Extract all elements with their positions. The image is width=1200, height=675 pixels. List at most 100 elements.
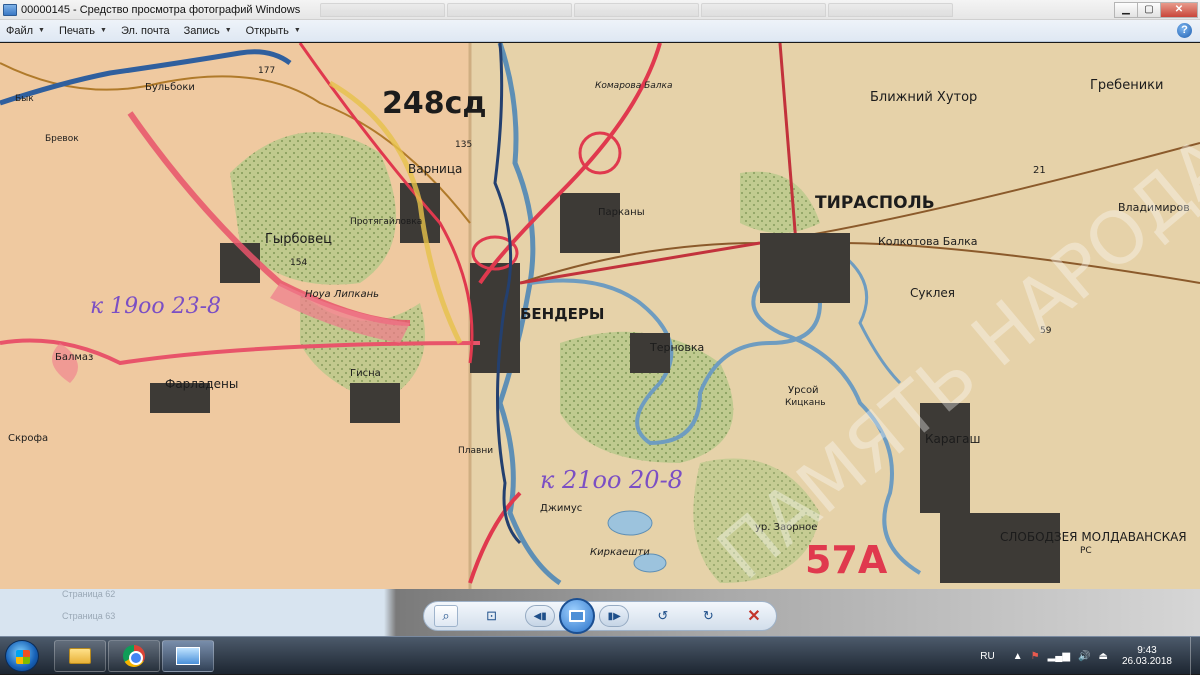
menu-file[interactable]: Файл ▼: [6, 25, 45, 37]
maximize-button[interactable]: ▢: [1137, 1, 1161, 18]
ghost-text: Страница 62: [62, 589, 116, 599]
chevron-down-icon: ▼: [224, 27, 232, 34]
menu-burn[interactable]: Запись ▼: [184, 25, 232, 37]
map-label-height: 154: [290, 258, 307, 268]
map-label: РС: [1080, 546, 1092, 556]
map-label: Бульбоки: [145, 82, 195, 93]
rotate-left-icon: ↺: [657, 608, 669, 623]
map-label: Комарова Балка: [595, 81, 673, 91]
menu-print[interactable]: Печать ▼: [59, 25, 107, 37]
chevron-down-icon: ▼: [293, 27, 301, 34]
army-annotation: 57А: [805, 538, 888, 582]
map-label: Гырбовец: [265, 232, 332, 247]
zoom-button[interactable]: ⌕: [434, 605, 458, 627]
lake: [607, 510, 653, 536]
route-annotation: к 19оо 23-8: [90, 294, 221, 319]
window-title: 00000145 - Средство просмотра фотографий…: [21, 3, 301, 16]
map-label-road: 21: [1033, 165, 1046, 176]
show-hidden-icons-icon[interactable]: ▲: [1013, 651, 1023, 662]
map-label: Протягайловка: [350, 217, 422, 227]
clock-date: 26.03.2018: [1121, 656, 1172, 667]
menu-open[interactable]: Открыть ▼: [246, 25, 301, 37]
taskbar: RU ▲ ⚑ ▂▄▆ 🔊 ⏏ 9:43 26.03.2018: [0, 636, 1200, 675]
delete-button[interactable]: ✕: [742, 605, 766, 627]
chevron-down-icon: ▼: [100, 27, 107, 34]
show-desktop-button[interactable]: [1190, 637, 1200, 675]
navigation-group: ◀▮ ▮▶: [525, 598, 630, 634]
title-bar: 00000145 - Средство просмотра фотографий…: [0, 0, 1200, 20]
map-label: Киркаешти: [590, 547, 650, 558]
map-label-height: 135: [455, 140, 472, 150]
map-label: Гребеники: [1090, 78, 1163, 93]
taskbar-explorer[interactable]: [54, 640, 106, 672]
next-button[interactable]: ▮▶: [599, 605, 630, 627]
menu-label: Запись: [183, 24, 220, 37]
map-label: Ближний Хутор: [870, 90, 977, 105]
actual-size-button[interactable]: ⊡: [480, 605, 504, 627]
menu-email[interactable]: Эл. почта: [121, 25, 170, 37]
menu-label: Печать: [58, 24, 96, 37]
photo-viewer-app-icon: [3, 3, 17, 16]
map-label: Фарладены: [165, 377, 238, 391]
map-label: Ноуа Липкань: [305, 289, 379, 300]
map-label: Парканы: [598, 207, 645, 218]
map-label-city: ТИРАСПОЛЬ: [815, 193, 935, 213]
clock-time: 9:43: [1137, 645, 1157, 656]
map-label: Бревок: [45, 134, 79, 144]
map-image: 248сд Бульбоки Бык Бревок 177 Комарова Б…: [0, 43, 1200, 589]
map-label: Варница: [408, 162, 462, 176]
chrome-icon: [123, 645, 145, 667]
close-button[interactable]: ✕: [1160, 1, 1198, 18]
background-windows: [320, 2, 1115, 17]
menu-bar: Файл ▼ Печать ▼ Эл. почта Запись ▼ Открыть ▼…: [0, 20, 1200, 42]
taskbar-photo-viewer[interactable]: [162, 640, 214, 672]
map-label-city: БЕНДЕРЫ: [520, 305, 604, 323]
map-label: Плавни: [458, 446, 493, 456]
map-label: Кицкань: [785, 398, 826, 408]
system-tray: RU ▲ ⚑ ▂▄▆ 🔊 ⏏ 9:43 26.03.2018: [980, 637, 1200, 675]
background-tab: [701, 2, 827, 17]
folder-icon: [69, 648, 91, 664]
background-tab: [320, 2, 446, 17]
map-label-unit: 248сд: [382, 86, 487, 121]
volume-icon[interactable]: 🔊: [1078, 651, 1090, 662]
map-label-city: СЛОБОДЗЕЯ МОЛДАВАНСКАЯ: [1000, 530, 1187, 544]
safely-remove-icon[interactable]: ⏏: [1098, 651, 1107, 662]
rotate-cw-button[interactable]: ↻: [696, 605, 720, 627]
action-center-icon[interactable]: ⚑: [1031, 651, 1040, 662]
map-label-height: 177: [258, 66, 275, 76]
ghost-text: Страница 63: [62, 611, 116, 621]
rotate-ccw-button[interactable]: ↺: [651, 605, 675, 627]
previous-button[interactable]: ◀▮: [525, 605, 556, 627]
delete-icon: ✕: [747, 608, 761, 625]
clock[interactable]: 9:43 26.03.2018: [1122, 645, 1172, 667]
slideshow-button[interactable]: [559, 598, 596, 634]
background-tab: [574, 2, 700, 17]
network-signal-icon[interactable]: ▂▄▆: [1048, 651, 1070, 662]
route-annotation: к 21оо 20-8: [540, 466, 683, 494]
map-label: Урсой: [788, 385, 819, 396]
map-label: Бык: [15, 94, 34, 104]
help-icon[interactable]: ?: [1177, 23, 1192, 38]
viewer-control-bar: ⌕ ⊡ ◀▮ ▮▶ ↺ ↻ ✕: [423, 598, 777, 634]
background-tab: [447, 2, 573, 17]
map-label: Терновка: [649, 341, 704, 354]
image-viewport[interactable]: 248сд Бульбоки Бык Бревок 177 Комарова Б…: [0, 43, 1200, 589]
minimize-button[interactable]: ▁: [1114, 1, 1138, 18]
fit-window-icon: ⊡: [486, 608, 498, 623]
photo-viewer-icon: [176, 647, 200, 665]
map-label: Суклея: [910, 286, 955, 300]
start-button[interactable]: [5, 640, 39, 672]
map-label: Скрофа: [8, 433, 48, 444]
menu-label: Эл. почта: [120, 24, 170, 37]
menu-label: Открыть: [245, 24, 289, 37]
rotate-right-icon: ↻: [702, 608, 714, 623]
map-label: Колкотова Балка: [878, 235, 978, 248]
next-icon: ▮▶: [607, 610, 621, 622]
map-label: Джимус: [540, 503, 582, 514]
slideshow-icon: [569, 610, 586, 622]
map-label: Балмаз: [55, 352, 93, 363]
chevron-down-icon: ▼: [38, 27, 45, 34]
taskbar-chrome[interactable]: [108, 640, 160, 672]
language-indicator[interactable]: RU: [980, 651, 994, 662]
